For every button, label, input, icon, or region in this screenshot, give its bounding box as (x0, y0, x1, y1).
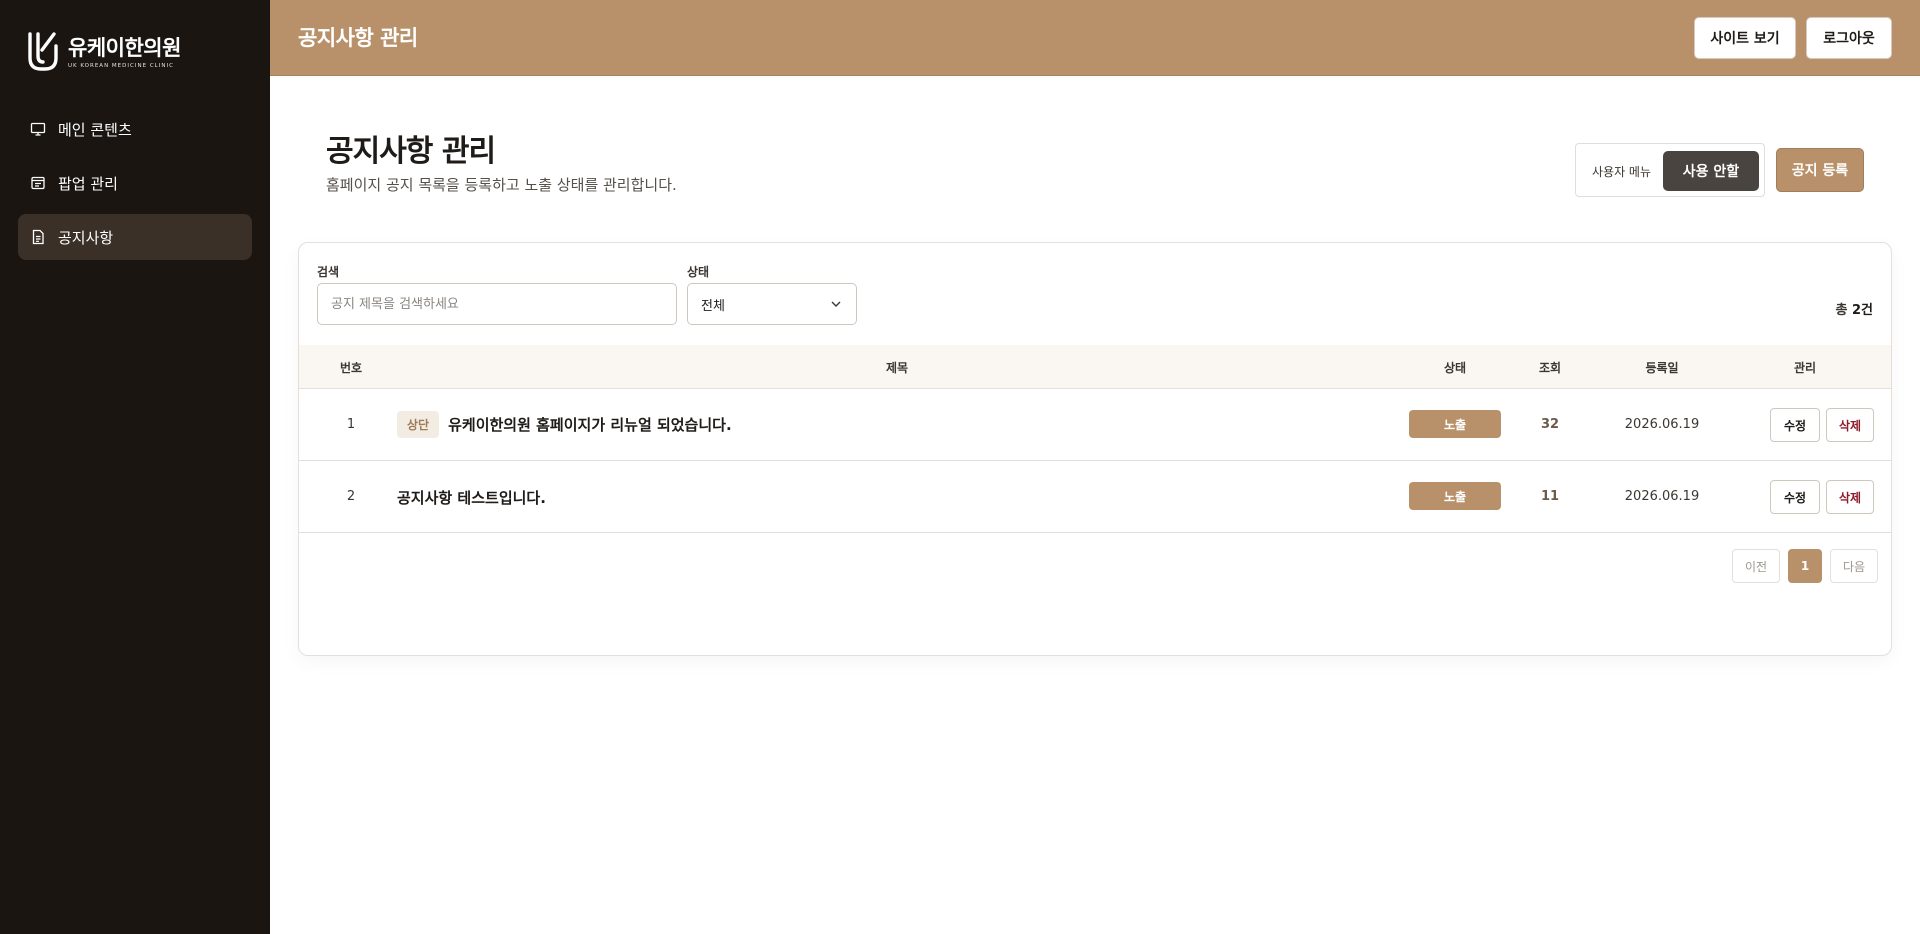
row-title-cell[interactable]: 공지사항 테스트입니다. (397, 487, 546, 508)
brand-name: 유케이한의원 (68, 35, 181, 60)
status-filter-select[interactable]: 전체 (687, 283, 857, 325)
user-menu-label: 사용자 메뉴 (1592, 165, 1652, 179)
sidebar-item-label: 공지사항 (58, 228, 114, 247)
status-filter-label: 상태 (687, 265, 710, 279)
row-number: 1 (346, 417, 356, 432)
user-guide-button[interactable]: 사용 안할 (1663, 151, 1759, 191)
edit-button[interactable]: 수정 (1770, 480, 1820, 514)
chevron-down-icon (831, 301, 841, 307)
column-header-title: 제목 (885, 361, 909, 375)
sidebar-nav: 메인 콘텐츠 팝업 관리 공지사항 (18, 106, 252, 268)
row-date: 2026.06.19 (1624, 417, 1700, 432)
notice-list-card: 검색 상태 전체 총 2건 번호 제목 상태 조회 등록일 관리 1 상단 유케… (298, 242, 1892, 656)
status-filter-value: 전체 (701, 298, 725, 314)
document-icon (30, 229, 46, 245)
search-label: 검색 (317, 265, 340, 279)
header-title: 공지사항 관리 (298, 26, 418, 50)
brand-subtitle: UK KOREAN MEDICINE CLINIC (68, 62, 174, 69)
sidebar-item-main-content[interactable]: 메인 콘텐츠 (18, 106, 252, 152)
total-value: 2건 (1851, 303, 1873, 318)
delete-button[interactable]: 삭제 (1826, 408, 1874, 442)
pinned-badge: 상단 (397, 411, 440, 438)
view-site-button[interactable]: 사이트 보기 (1694, 17, 1796, 59)
sidebar-item-label: 메인 콘텐츠 (58, 120, 132, 139)
column-header-manage: 관리 (1793, 361, 1817, 375)
user-menu: 사용자 메뉴 사용 안할 (1575, 143, 1765, 197)
row-date: 2026.06.19 (1624, 489, 1700, 504)
row-title[interactable]: 유케이한의원 홈페이지가 리뉴얼 되었습니다. (448, 414, 732, 435)
popup-window-icon (30, 175, 46, 191)
column-header-status: 상태 (1443, 361, 1467, 375)
monitor-icon (30, 121, 46, 137)
brand-logo[interactable]: 유케이한의원 UK KOREAN MEDICINE CLINIC (26, 32, 181, 72)
sidebar-item-popup[interactable]: 팝업 관리 (18, 160, 252, 206)
row-title[interactable]: 공지사항 테스트입니다. (397, 487, 546, 508)
table-row[interactable]: 1 상단 유케이한의원 홈페이지가 리뉴얼 되었습니다. 노출 32 2026.… (299, 389, 1891, 461)
column-header-number: 번호 (339, 361, 363, 375)
column-header-date: 등록일 (1645, 361, 1679, 375)
delete-button[interactable]: 삭제 (1826, 480, 1874, 514)
top-header: 공지사항 관리 사이트 보기 로그아웃 (270, 0, 1920, 76)
total-count: 총 2건 (1835, 299, 1873, 318)
status-badge: 노출 (1409, 410, 1501, 438)
logout-button[interactable]: 로그아웃 (1806, 17, 1892, 59)
edit-button[interactable]: 수정 (1770, 408, 1820, 442)
row-views: 11 (1540, 489, 1560, 504)
sidebar-item-label: 팝업 관리 (58, 174, 118, 193)
table-header: 번호 제목 상태 조회 등록일 관리 (299, 345, 1891, 389)
table-row[interactable]: 2 공지사항 테스트입니다. 노출 11 2026.06.19 수정 삭제 (299, 461, 1891, 533)
search-input[interactable] (317, 283, 677, 325)
register-notice-button[interactable]: 공지 등록 (1776, 148, 1864, 192)
clinic-logo-icon (28, 32, 58, 71)
total-prefix: 총 (1835, 303, 1852, 318)
page-title: 공지사항 관리 (326, 134, 496, 169)
pagination-next-button[interactable]: 다음 (1830, 549, 1878, 583)
row-number: 2 (346, 489, 356, 504)
pagination-page-button[interactable]: 1 (1788, 549, 1822, 583)
sidebar-item-notices[interactable]: 공지사항 (18, 214, 252, 260)
status-badge: 노출 (1409, 482, 1501, 510)
row-title-cell[interactable]: 상단 유케이한의원 홈페이지가 리뉴얼 되었습니다. (397, 411, 732, 438)
pagination-prev-button[interactable]: 이전 (1732, 549, 1780, 583)
column-header-views: 조회 (1538, 361, 1562, 375)
row-views: 32 (1540, 417, 1560, 432)
sidebar: 유케이한의원 UK KOREAN MEDICINE CLINIC 메인 콘텐츠 … (0, 0, 270, 934)
page-description: 홈페이지 공지 목록을 등록하고 노출 상태를 관리합니다. (326, 176, 677, 194)
